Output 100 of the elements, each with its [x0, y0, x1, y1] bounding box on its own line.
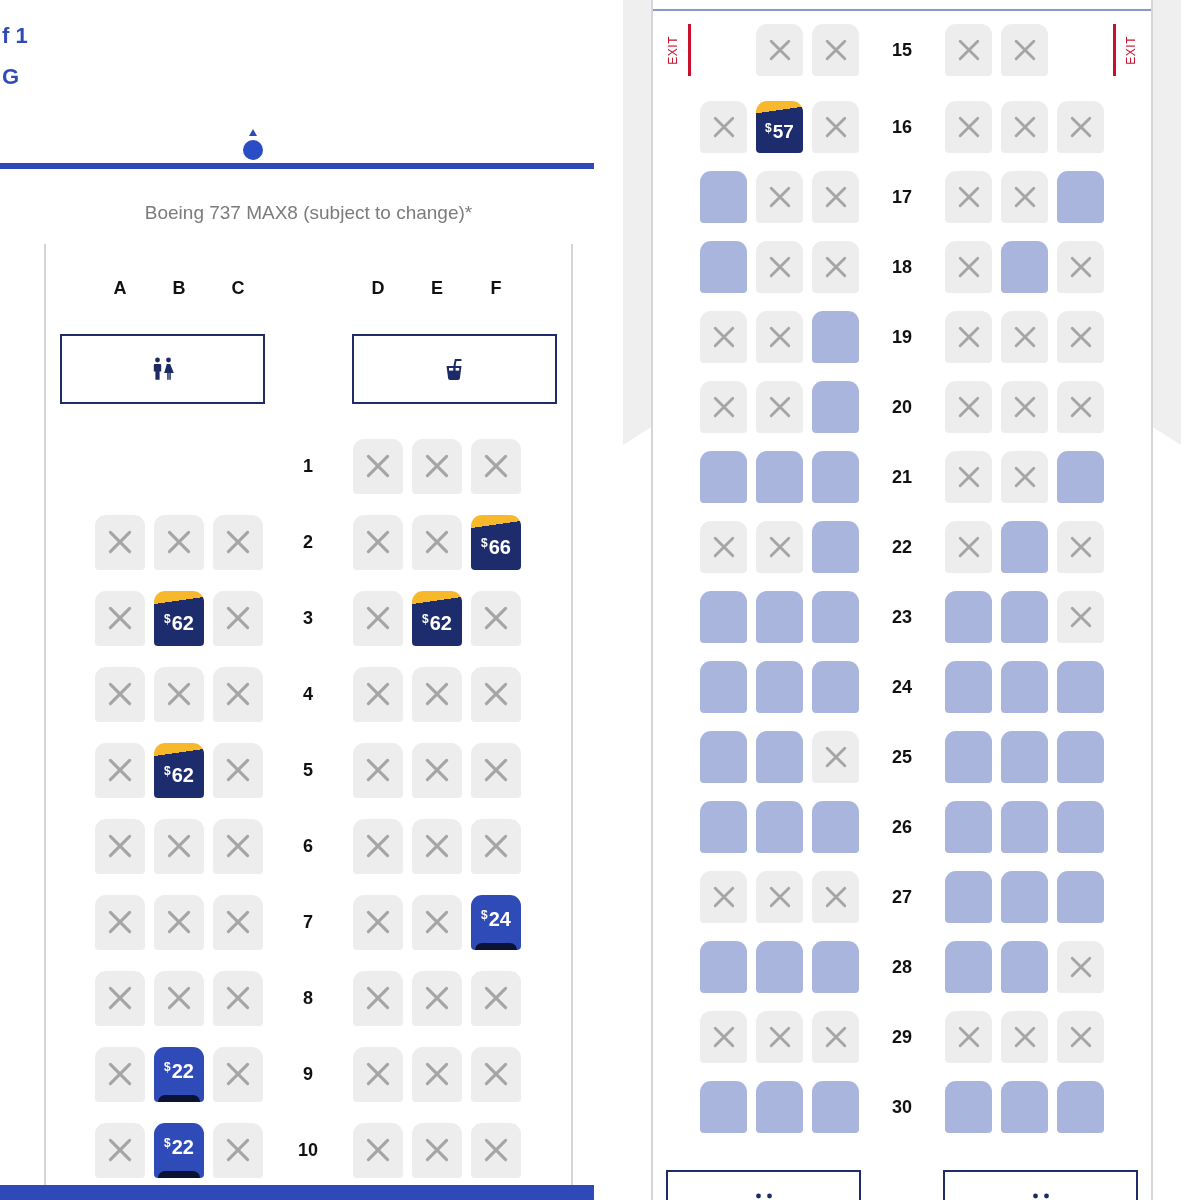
cross-icon: [425, 910, 449, 935]
row-number: 7: [303, 911, 313, 934]
seat[interactable]: [1001, 521, 1048, 573]
cross-icon: [366, 606, 390, 631]
seat[interactable]: $62: [154, 742, 204, 798]
exit-door-marker: [688, 24, 691, 76]
seat[interactable]: [1057, 871, 1104, 923]
seat[interactable]: [1057, 171, 1104, 223]
cross-icon: [425, 1062, 449, 1087]
seat[interactable]: [756, 801, 803, 853]
row-number: 16: [892, 116, 912, 138]
cross-icon: [957, 396, 980, 418]
seat[interactable]: $66: [471, 514, 521, 570]
cross-icon: [712, 886, 735, 908]
seat[interactable]: [812, 1081, 859, 1133]
seat[interactable]: [700, 1081, 747, 1133]
seat[interactable]: $57: [756, 101, 803, 153]
column-letter: B: [172, 276, 186, 299]
cross-icon: [167, 986, 191, 1011]
seat[interactable]: [756, 1081, 803, 1133]
seat[interactable]: [1001, 661, 1048, 713]
seat[interactable]: [812, 941, 859, 993]
seat[interactable]: [1057, 661, 1104, 713]
seat[interactable]: [945, 731, 992, 783]
row-number: 2: [303, 531, 313, 554]
row-number: 15: [892, 39, 912, 61]
seat[interactable]: $62: [154, 590, 204, 646]
seat[interactable]: [756, 661, 803, 713]
row-number: 5: [303, 759, 313, 782]
row-number: 23: [892, 606, 912, 628]
seat[interactable]: [756, 451, 803, 503]
cross-icon: [366, 986, 390, 1011]
seat[interactable]: [700, 801, 747, 853]
seat[interactable]: [812, 661, 859, 713]
cross-icon: [957, 326, 980, 348]
seat[interactable]: [1001, 731, 1048, 783]
cross-icon: [1013, 326, 1036, 348]
cross-icon: [1069, 256, 1092, 278]
seat[interactable]: [700, 241, 747, 293]
seat[interactable]: [945, 941, 992, 993]
cross-icon: [1069, 606, 1092, 628]
cross-icon: [484, 834, 508, 859]
cross-icon: [1069, 396, 1092, 418]
seat[interactable]: [1001, 591, 1048, 643]
seat[interactable]: [700, 731, 747, 783]
seat[interactable]: [756, 731, 803, 783]
seat[interactable]: [812, 381, 859, 433]
seat[interactable]: [1057, 801, 1104, 853]
seat[interactable]: [1001, 241, 1048, 293]
seat[interactable]: [756, 591, 803, 643]
seat[interactable]: [812, 451, 859, 503]
seat[interactable]: [1001, 871, 1048, 923]
seat[interactable]: [700, 941, 747, 993]
seat[interactable]: [812, 801, 859, 853]
row-number: 30: [892, 1096, 912, 1118]
header-text: f 1: [2, 22, 28, 50]
column-letter: F: [490, 276, 502, 299]
cross-icon: [366, 682, 390, 707]
cross-icon: [226, 1062, 250, 1087]
cross-icon: [226, 834, 250, 859]
cross-icon: [957, 466, 980, 488]
seat[interactable]: [700, 451, 747, 503]
cross-icon: [1069, 536, 1092, 558]
seat[interactable]: [700, 591, 747, 643]
cross-icon: [366, 834, 390, 859]
cross-icon: [108, 682, 132, 707]
seat[interactable]: [812, 311, 859, 363]
cross-icon: [366, 1062, 390, 1087]
cross-icon: [108, 986, 132, 1011]
seat[interactable]: $62: [412, 590, 462, 646]
seat[interactable]: $22: [154, 1046, 204, 1102]
cross-icon: [108, 758, 132, 783]
seat[interactable]: [700, 661, 747, 713]
cross-icon: [425, 454, 449, 479]
cross-icon: [484, 758, 508, 783]
seat[interactable]: [812, 521, 859, 573]
seat[interactable]: [812, 591, 859, 643]
seat[interactable]: [1001, 801, 1048, 853]
cross-icon: [167, 530, 191, 555]
seat[interactable]: [1001, 1081, 1048, 1133]
seat[interactable]: [1057, 731, 1104, 783]
seat[interactable]: [945, 1081, 992, 1133]
row-number: 26: [892, 816, 912, 838]
cross-icon: [957, 39, 980, 61]
seat[interactable]: [945, 801, 992, 853]
cross-icon: [1013, 396, 1036, 418]
seat[interactable]: $22: [154, 1122, 204, 1178]
seat[interactable]: [756, 941, 803, 993]
seat[interactable]: [1057, 451, 1104, 503]
seat[interactable]: [1001, 941, 1048, 993]
seat[interactable]: [700, 171, 747, 223]
cross-icon: [957, 116, 980, 138]
cross-icon: [484, 682, 508, 707]
seat[interactable]: [945, 591, 992, 643]
cross-icon: [1013, 1026, 1036, 1048]
seat[interactable]: [945, 661, 992, 713]
cross-icon: [425, 986, 449, 1011]
seat[interactable]: [1057, 1081, 1104, 1133]
seat[interactable]: $24: [471, 894, 521, 950]
seat[interactable]: [945, 871, 992, 923]
